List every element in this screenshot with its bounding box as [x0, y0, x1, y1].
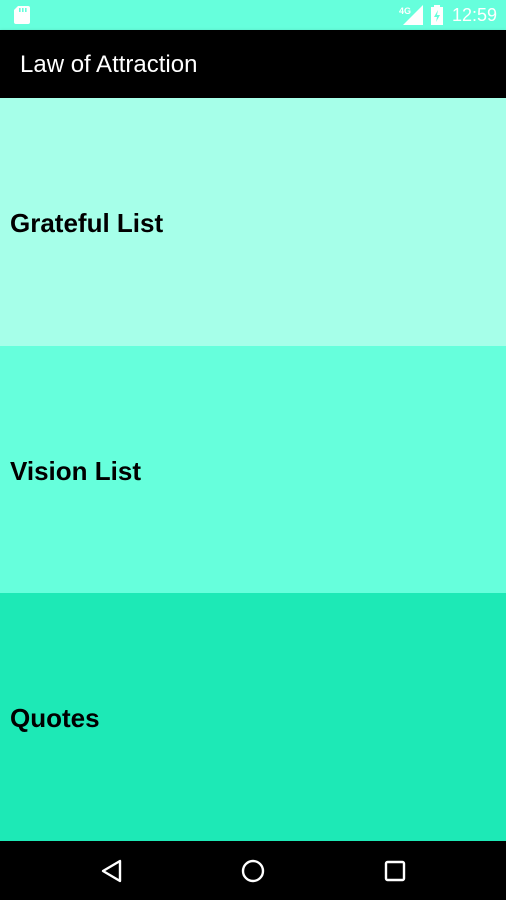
- quotes-label: Quotes: [10, 703, 100, 733]
- home-icon[interactable]: [236, 854, 270, 888]
- signal-icon: 4G: [399, 5, 423, 25]
- battery-icon: [431, 5, 443, 25]
- recents-icon[interactable]: [378, 854, 412, 888]
- quotes-button[interactable]: Quotes: [0, 593, 506, 841]
- navigation-bar: [0, 841, 506, 900]
- back-icon[interactable]: [94, 854, 128, 888]
- sd-card-icon: [14, 6, 30, 24]
- vision-list-label: Vision List: [10, 456, 141, 486]
- app-title: Law of Attraction: [20, 51, 198, 78]
- vision-list-button[interactable]: Vision List: [0, 346, 506, 593]
- network-type-label: 4G: [399, 6, 411, 16]
- grateful-list-button[interactable]: Grateful List: [0, 98, 506, 346]
- app-bar: Law of Attraction: [0, 30, 506, 98]
- grateful-list-label: Grateful List: [10, 208, 164, 238]
- status-time: 12:59: [452, 5, 498, 25]
- status-bar: 4G 12:59: [0, 0, 506, 30]
